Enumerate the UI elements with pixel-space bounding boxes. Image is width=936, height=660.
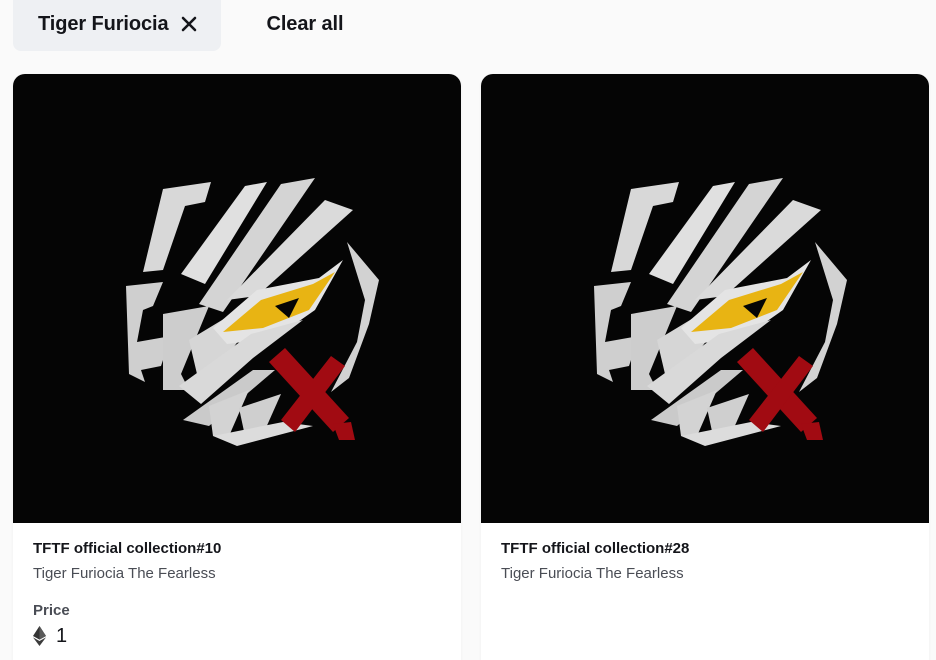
card-title: TFTF official collection#10 — [33, 540, 222, 557]
filter-chip-label: Tiger Furiocia — [38, 12, 169, 35]
card-collection-name: Tiger Furiocia The Fearless — [33, 565, 216, 582]
price-row: 1 — [33, 625, 441, 647]
filter-chip-tiger-furiocia[interactable]: Tiger Furiocia — [13, 0, 221, 51]
ethereum-icon — [33, 626, 46, 646]
nft-card[interactable]: TFTF official collection#10 Tiger Furioc… — [13, 74, 461, 660]
card-collection-name: Tiger Furiocia The Fearless — [501, 565, 684, 582]
page: Tiger Furiocia Clear all TFTF official c… — [0, 0, 936, 660]
card-details: TFTF official collection#28 Tiger Furioc… — [481, 523, 929, 583]
card-title: TFTF official collection#28 — [501, 540, 690, 557]
nft-card[interactable]: TFTF official collection#28 Tiger Furioc… — [481, 74, 929, 660]
nft-artwork-image — [481, 74, 929, 523]
price-value: 1 — [56, 625, 68, 647]
nft-artwork-image — [13, 74, 461, 523]
price-label: Price — [33, 602, 70, 619]
clear-all-button[interactable]: Clear all — [267, 13, 344, 36]
card-details: TFTF official collection#10 Tiger Furioc… — [13, 523, 461, 647]
close-icon[interactable] — [181, 16, 197, 32]
active-filters-bar: Tiger Furiocia Clear all — [13, 0, 936, 54]
